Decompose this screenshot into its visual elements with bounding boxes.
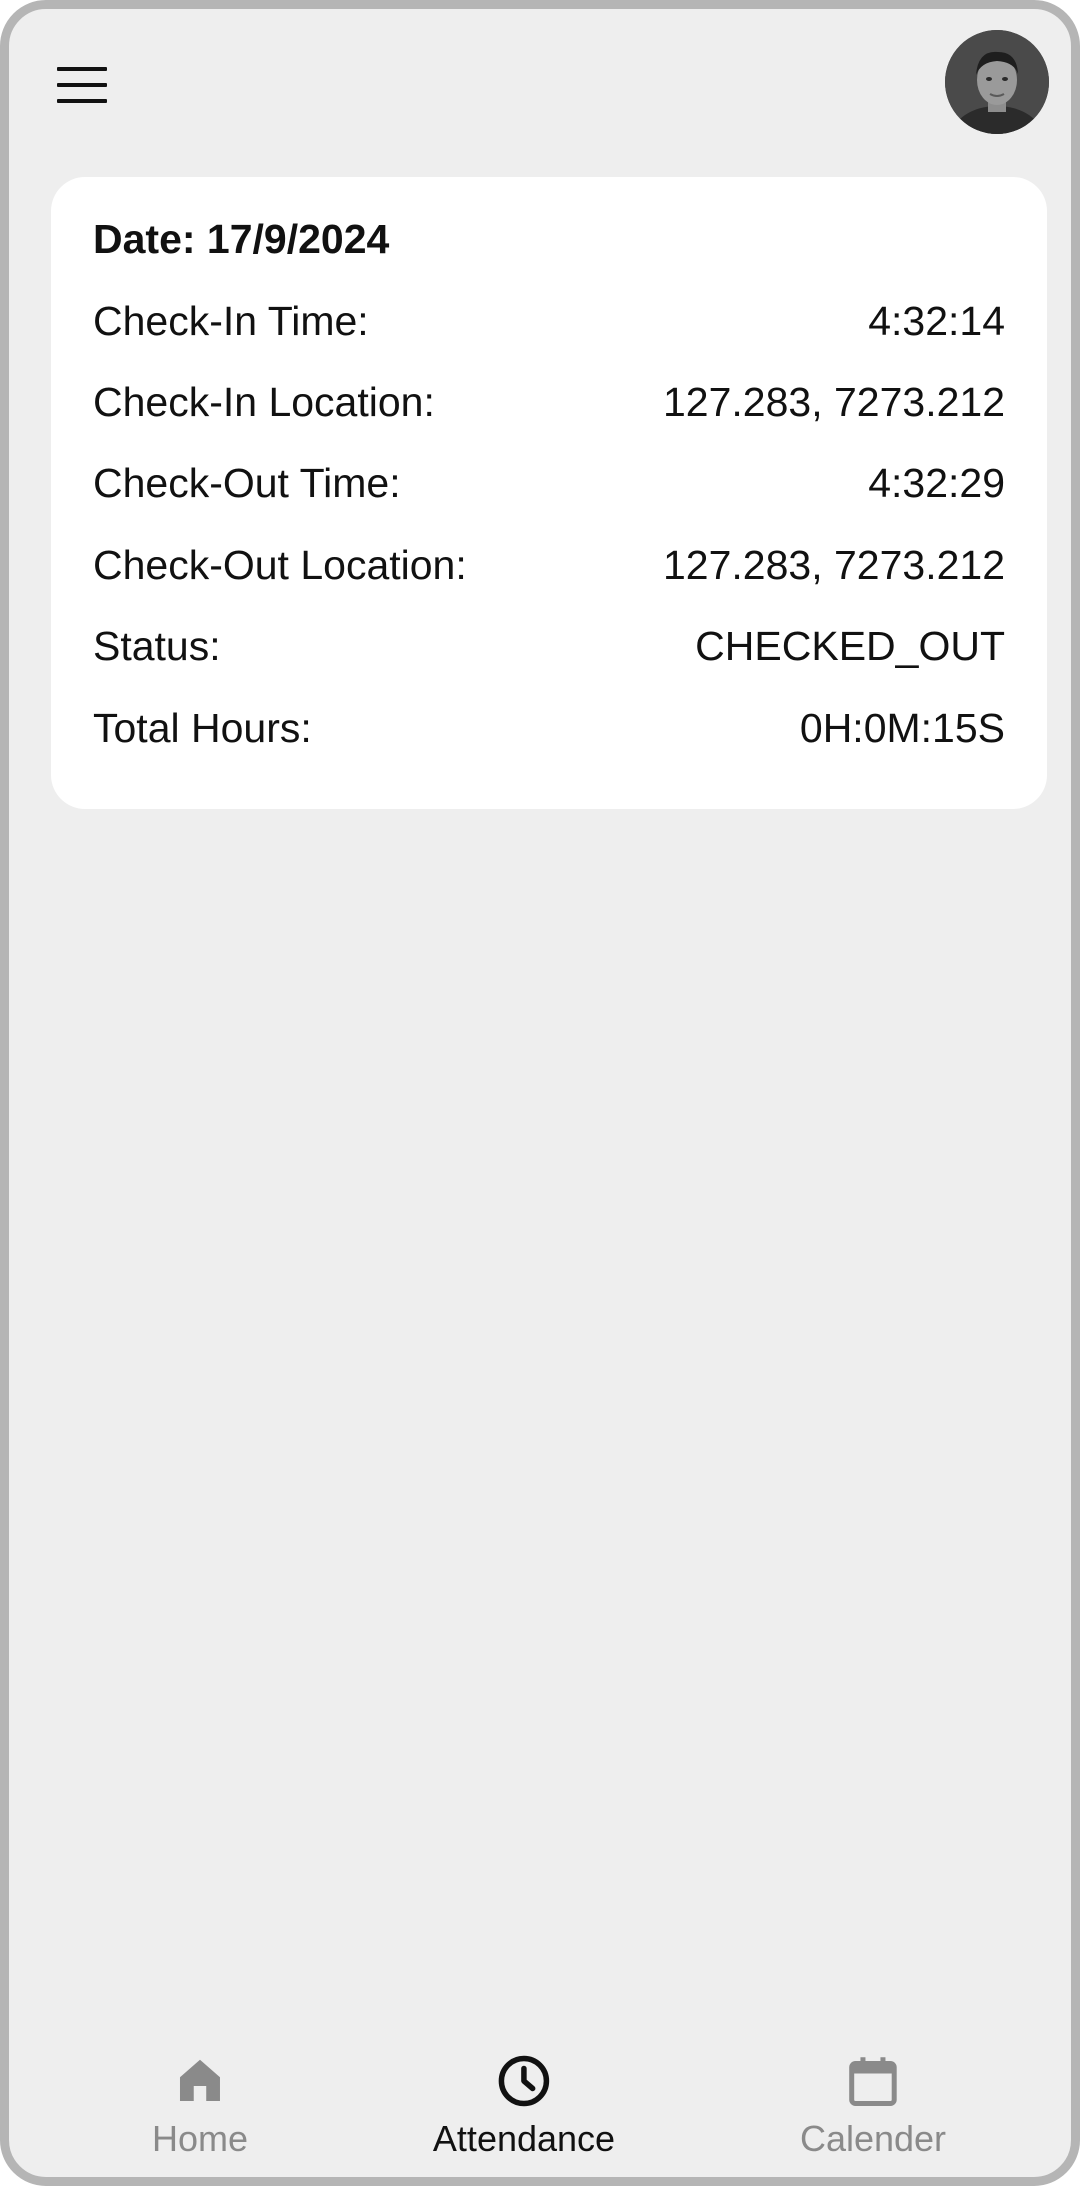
attendance-card: Date: 17/9/2024 Check-In Time: 4:32:14 C… (51, 177, 1047, 809)
hamburger-menu-icon-line (57, 83, 107, 87)
nav-label-calender: Calender (799, 2118, 947, 2159)
row-label: Check-In Time: (93, 298, 369, 344)
nav-item-calender[interactable]: Calender (800, 2051, 946, 2157)
bottom-navigation: Home Attendance Calender (9, 2039, 1071, 2177)
hamburger-menu-icon (57, 67, 107, 71)
row-label: Check-Out Location: (93, 542, 467, 588)
check-out-time-row: Check-Out Time: 4:32:29 (93, 463, 1005, 504)
check-in-time-row: Check-In Time: 4:32:14 (93, 301, 1005, 342)
row-label: Total Hours: (93, 705, 312, 751)
nav-item-attendance[interactable]: Attendance (433, 2051, 615, 2157)
clock-icon (498, 2055, 550, 2107)
attendance-date: Date: 17/9/2024 (93, 216, 390, 262)
check-in-location-row: Check-In Location: 127.283, 7273.212 (93, 382, 1005, 423)
calendar-icon (849, 2057, 897, 2106)
row-label: Check-In Location: (93, 379, 435, 425)
hamburger-menu-icon-line (57, 99, 107, 103)
nav-label-home: Home (151, 2118, 249, 2159)
row-value: 4:32:14 (868, 298, 1005, 344)
row-value: 127.283, 7273.212 (663, 379, 1005, 425)
device-frame: Date: 17/9/2024 Check-In Time: 4:32:14 C… (0, 0, 1080, 2186)
row-value: 0H:0M:15S (799, 705, 1005, 751)
row-value: 127.283, 7273.212 (663, 542, 1005, 588)
avatar-photo (945, 30, 1049, 134)
check-out-location-row: Check-Out Location: 127.283, 7273.212 (93, 545, 1005, 586)
row-value: 4:32:29 (868, 460, 1005, 506)
row-label: Check-Out Time: (93, 460, 401, 506)
status-row: Status: CHECKED_OUT (93, 626, 1005, 667)
profile-avatar[interactable] (945, 30, 1049, 134)
row-label: Status: (93, 623, 221, 669)
home-icon (180, 2059, 220, 2101)
status-value: CHECKED_OUT (695, 623, 1005, 669)
total-hours-row: Total Hours: 0H:0M:15S (93, 708, 1005, 749)
nav-label-attendance: Attendance (432, 2118, 616, 2159)
nav-item-home[interactable]: Home (152, 2051, 248, 2157)
menu-button[interactable] (51, 61, 113, 109)
